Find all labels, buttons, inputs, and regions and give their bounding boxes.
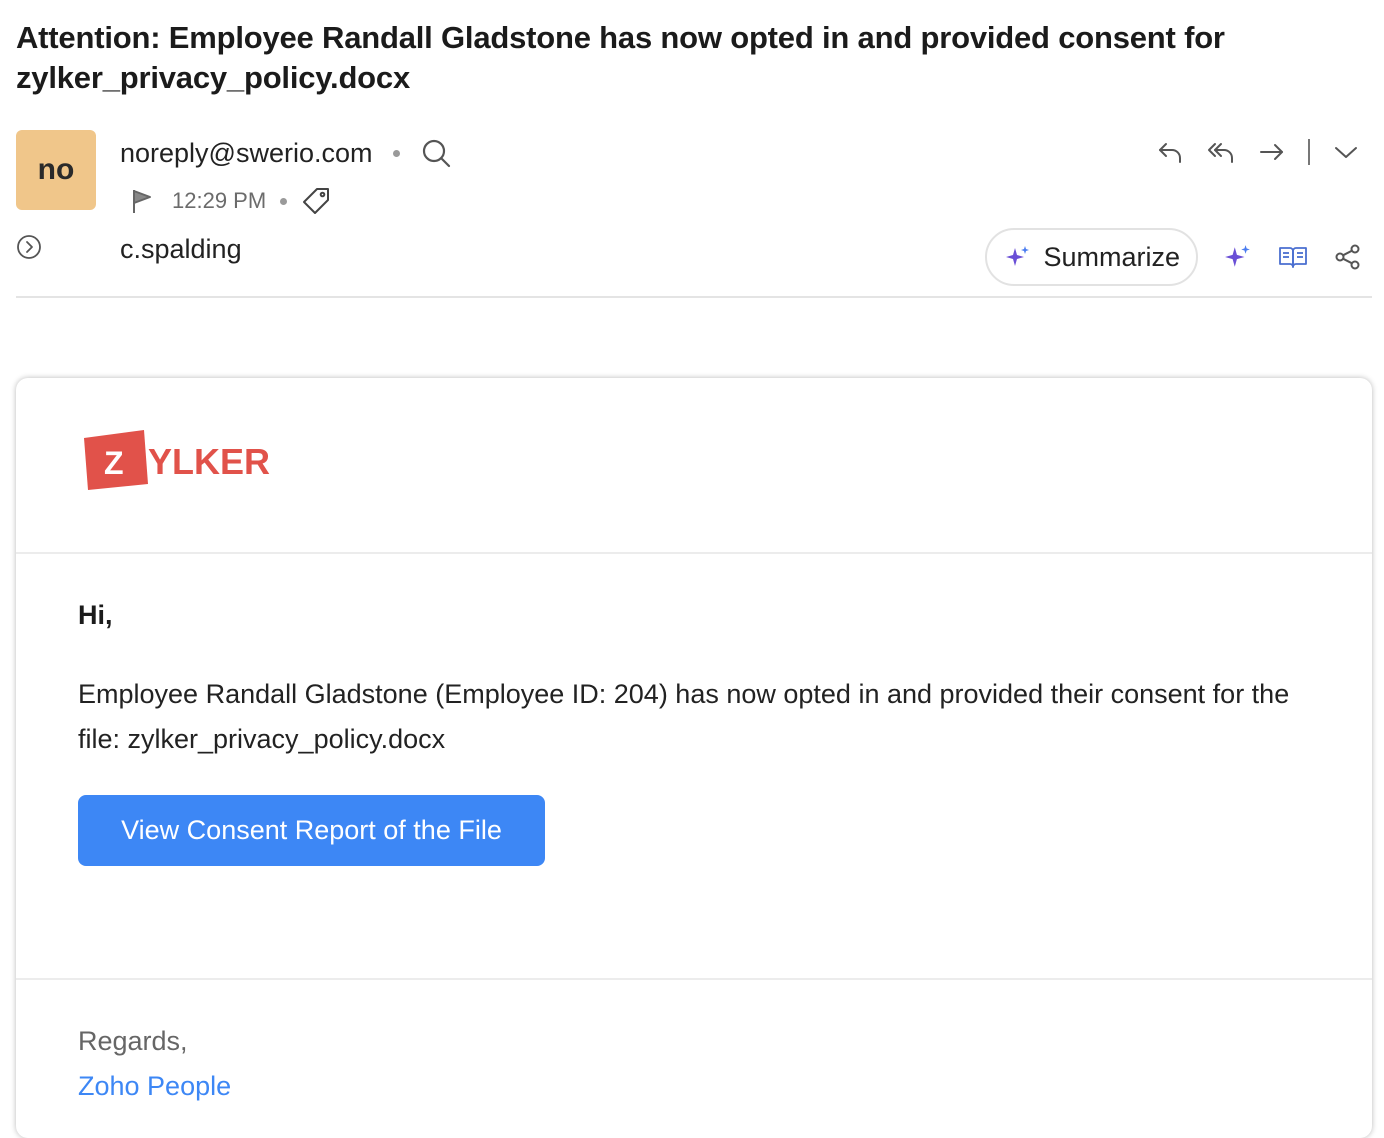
signature-section: Regards, Zoho People [16,980,1372,1138]
view-consent-report-button[interactable]: View Consent Report of the File [78,795,545,866]
sender-email[interactable]: noreply@swerio.com [120,138,373,169]
logo-section: Z YLKER [16,378,1372,552]
search-icon[interactable] [420,137,452,169]
sender-row: noreply@swerio.com [120,134,452,172]
reply-all-icon[interactable] [1206,138,1236,166]
message-actions [1156,134,1360,170]
reading-mode-icon[interactable] [1278,244,1308,270]
tag-icon[interactable] [301,186,331,216]
summarize-button[interactable]: Summarize [985,228,1198,286]
zylker-logo: Z YLKER [82,426,282,496]
logo-wordmark: YLKER [148,441,270,482]
recipient-name[interactable]: c.spalding [120,234,242,265]
logo-badge-letter: Z [104,445,124,481]
regards-text: Regards, [78,1026,188,1056]
meta-row: 12:29 PM [130,184,331,218]
sender-avatar[interactable]: no [16,130,96,210]
sparkle-icon [1005,244,1031,270]
email-time: 12:29 PM [172,188,267,213]
message-text: Employee Randall Gladstone (Employee ID:… [78,679,1290,754]
email-subject: Attention: Employee Randall Gladstone ha… [16,20,1225,95]
avatar-initials: no [37,153,75,186]
summarize-label: Summarize [1043,241,1180,272]
toolbar-divider [1308,139,1310,165]
reply-icon[interactable] [1156,138,1184,166]
zylker-logo-mark: Z YLKER [84,430,270,490]
header-divider [16,296,1372,298]
message-section: Hi, Employee Randall Gladstone (Employee… [16,554,1372,978]
share-icon[interactable] [1334,243,1362,271]
email-body-card: Z YLKER Hi, Employee Randall Gladstone (… [16,378,1372,1138]
chevron-down-icon[interactable] [1332,138,1360,166]
forward-icon[interactable] [1258,138,1286,166]
separator-dot [392,149,400,157]
cta-label: View Consent Report of the File [121,815,502,845]
expand-details-icon[interactable] [16,234,42,260]
signature-link[interactable]: Zoho People [78,1071,231,1102]
flag-icon[interactable] [130,187,154,215]
email-tools: Summarize [985,228,1362,286]
separator-dot [280,197,288,205]
ai-sparkle-icon[interactable] [1224,243,1252,271]
greeting: Hi, [78,600,113,630]
